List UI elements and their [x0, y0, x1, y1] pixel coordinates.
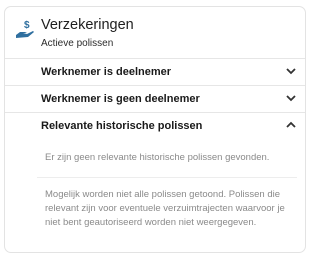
accordion-label: Werknemer is deelnemer [41, 66, 172, 78]
accordion-label: Werknemer is geen deelnemer [41, 93, 200, 105]
chevron-down-icon [286, 95, 296, 102]
accordion-panel-historische-polissen: Er zijn geen relevante historische polis… [5, 138, 305, 252]
svg-text:$: $ [24, 20, 30, 31]
card-title: Verzekeringen [41, 17, 134, 33]
empty-state-message: Er zijn geen relevante historische polis… [45, 152, 270, 163]
accordion-werknemer-is-geen-deelnemer[interactable]: Werknemer is geen deelnemer [5, 85, 305, 111]
card-subtitle: Actieve polissen [41, 38, 114, 49]
card-header: $ Verzekeringen Actieve polissen [15, 17, 295, 57]
insurance-card: $ Verzekeringen Actieve polissen Werknem… [4, 6, 306, 253]
accordion-relevante-historische-polissen[interactable]: Relevante historische polissen [5, 112, 305, 138]
divider [37, 177, 297, 178]
info-note: Mogelijk worden niet alle polissen getoo… [45, 189, 285, 228]
insurance-hand-dollar-icon: $ [16, 20, 34, 38]
accordion-label: Relevante historische polissen [41, 120, 203, 132]
chevron-down-icon [286, 68, 296, 75]
accordion-werknemer-is-deelnemer[interactable]: Werknemer is deelnemer [5, 58, 305, 84]
chevron-up-icon [286, 121, 296, 128]
